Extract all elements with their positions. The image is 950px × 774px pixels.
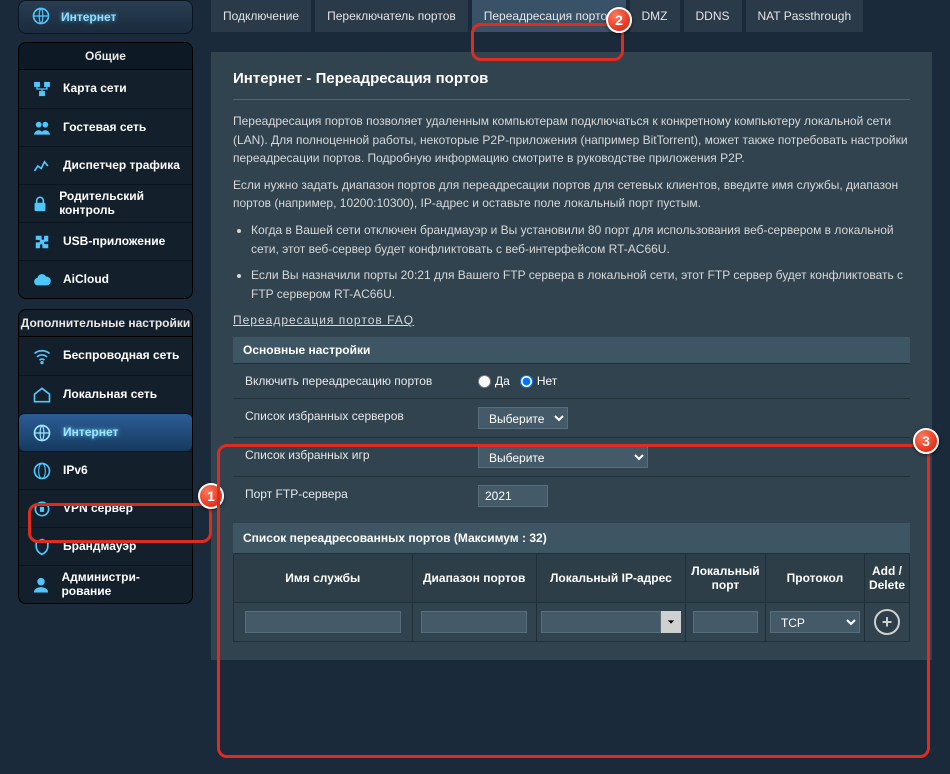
sidebar-item-label: IPv6 — [63, 464, 88, 478]
table-row: TCP + — [234, 603, 910, 642]
sidebar-item-label: Родительский контроль — [59, 190, 182, 218]
sidebar-item-firewall[interactable]: Брандмауэр — [19, 527, 192, 565]
sidebar-item-internet[interactable]: Интернет — [19, 413, 192, 451]
tab-dmz[interactable]: DMZ — [630, 0, 680, 32]
content-panel: Интернет - Переадресация портов Переадре… — [211, 52, 932, 660]
tab-port-trigger[interactable]: Переключатель портов — [315, 0, 468, 32]
wifi-icon — [29, 346, 55, 366]
radio-yes[interactable]: Да — [478, 374, 510, 388]
local-ip-input[interactable] — [541, 611, 661, 633]
ftp-port-input[interactable] — [478, 485, 548, 507]
sidebar-item-label: Администри-рование — [61, 571, 182, 599]
quick-internet-label: Интернет — [61, 10, 116, 24]
sidebar-item-label: Карта сети — [63, 82, 127, 96]
local-port-input[interactable] — [693, 611, 758, 633]
cloud-icon — [29, 270, 55, 290]
divider — [233, 99, 910, 100]
sidebar-item-label: Брандмауэр — [63, 540, 136, 554]
fav-servers-select[interactable]: Выберите — [478, 407, 568, 429]
sidebar-advanced-header: Дополнительные настройки — [18, 309, 193, 337]
radio-no[interactable]: Нет — [520, 374, 557, 388]
protocol-select[interactable]: TCP — [770, 611, 860, 633]
sidebar-item-label: Локальная сеть — [63, 388, 157, 402]
col-action: Add / Delete — [864, 554, 909, 603]
col-service: Имя службы — [234, 554, 413, 603]
traffic-icon — [29, 156, 55, 176]
sidebar-item-vpn-server[interactable]: VPN сервер — [19, 489, 192, 527]
ip-dropdown-button[interactable] — [661, 611, 681, 633]
port-list-header: Список переадресованных портов (Максимум… — [233, 523, 910, 553]
tab-bar: Подключение Переключатель портов Переадр… — [211, 0, 932, 32]
sidebar-general-header: Общие — [18, 42, 193, 70]
callout-badge-3: 3 — [913, 428, 939, 454]
port-range-input[interactable] — [421, 611, 527, 633]
sidebar-item-traffic-manager[interactable]: Диспетчер трафика — [19, 146, 192, 184]
ipv6-icon — [29, 461, 55, 481]
sidebar: Интернет Общие Карта сети Гостевая сеть … — [18, 0, 193, 660]
tab-connection[interactable]: Подключение — [211, 0, 311, 32]
shield-icon — [29, 537, 55, 557]
warning-item: Когда в Вашей сети отключен брандмауэр и… — [251, 221, 910, 258]
sidebar-item-ipv6[interactable]: IPv6 — [19, 451, 192, 489]
fav-games-select[interactable]: Выберите — [478, 446, 648, 468]
row-fav-servers: Список избранных серверов Выберите — [233, 398, 910, 437]
row-fav-games: Список избранных игр Выберите — [233, 437, 910, 476]
sidebar-item-label: AiCloud — [63, 273, 109, 287]
sidebar-item-aicloud[interactable]: AiCloud — [19, 260, 192, 298]
sidebar-item-label: VPN сервер — [63, 502, 133, 516]
faq-link[interactable]: Переадресация портов FAQ — [233, 313, 414, 327]
sidebar-item-label: Диспетчер трафика — [63, 159, 180, 173]
sidebar-item-label: Беспроводная сеть — [63, 349, 179, 363]
globe-icon — [29, 423, 55, 443]
row-enable-forwarding: Включить переадресацию портов Да Нет — [233, 363, 910, 398]
sidebar-item-parental-control[interactable]: Родительский контроль — [19, 184, 192, 222]
service-name-input[interactable] — [245, 611, 401, 633]
sidebar-item-guest-network[interactable]: Гостевая сеть — [19, 108, 192, 146]
puzzle-icon — [29, 232, 55, 252]
col-proto: Протокол — [765, 554, 864, 603]
sidebar-item-label: Интернет — [63, 426, 118, 440]
callout-badge-1: 1 — [198, 483, 224, 509]
sidebar-item-network-map[interactable]: Карта сети — [19, 70, 192, 108]
row-ftp-port: Порт FTP-сервера — [233, 476, 910, 515]
callout-badge-2: 2 — [606, 7, 632, 33]
quick-internet-button[interactable]: Интернет — [18, 0, 193, 34]
lock-icon — [29, 194, 51, 214]
col-range: Диапазон портов — [412, 554, 536, 603]
warning-list: Когда в Вашей сети отключен брандмауэр и… — [251, 221, 910, 303]
fav-servers-label: Список избранных серверов — [233, 399, 468, 437]
sidebar-item-label: USB-приложение — [63, 235, 165, 249]
fav-games-label: Список избранных игр — [233, 438, 468, 476]
sidebar-general-list: Карта сети Гостевая сеть Диспетчер трафи… — [18, 70, 193, 299]
home-icon — [29, 385, 55, 405]
tab-port-forward[interactable]: Переадресация портов — [472, 0, 626, 32]
sidebar-item-administration[interactable]: Администри-рование — [19, 565, 192, 603]
add-row-button[interactable]: + — [874, 609, 900, 635]
warning-item: Если Вы назначили порты 20:21 для Вашего… — [251, 266, 910, 303]
col-ip: Локальный IP-адрес — [536, 554, 685, 603]
main-content: Подключение Переключатель портов Переадр… — [211, 0, 932, 660]
sidebar-item-label: Гостевая сеть — [63, 121, 146, 135]
sidebar-item-lan[interactable]: Локальная сеть — [19, 375, 192, 413]
intro-paragraph-1: Переадресация портов позволяет удаленным… — [233, 112, 910, 168]
enable-forwarding-label: Включить переадресацию портов — [233, 364, 468, 398]
user-icon — [29, 575, 53, 595]
sidebar-item-wireless[interactable]: Беспроводная сеть — [19, 337, 192, 375]
basic-settings-header: Основные настройки — [233, 337, 910, 363]
tab-nat[interactable]: NAT Passthrough — [746, 0, 864, 32]
port-forward-table: Имя службы Диапазон портов Локальный IP-… — [233, 553, 910, 642]
tab-ddns[interactable]: DDNS — [684, 0, 742, 32]
sidebar-item-usb-app[interactable]: USB-приложение — [19, 222, 192, 260]
guest-network-icon — [29, 118, 55, 138]
network-map-icon — [29, 79, 55, 99]
chevron-down-icon — [667, 618, 675, 626]
vpn-icon — [29, 499, 55, 519]
globe-icon — [31, 6, 51, 29]
col-localport: Локальный порт — [685, 554, 765, 603]
page-title: Интернет - Переадресация портов — [233, 70, 910, 87]
sidebar-advanced-list: Беспроводная сеть Локальная сеть Интерне… — [18, 337, 193, 604]
table-header-row: Имя службы Диапазон портов Локальный IP-… — [234, 554, 910, 603]
intro-paragraph-2: Если нужно задать диапазон портов для пе… — [233, 176, 910, 213]
ftp-port-label: Порт FTP-сервера — [233, 477, 468, 515]
